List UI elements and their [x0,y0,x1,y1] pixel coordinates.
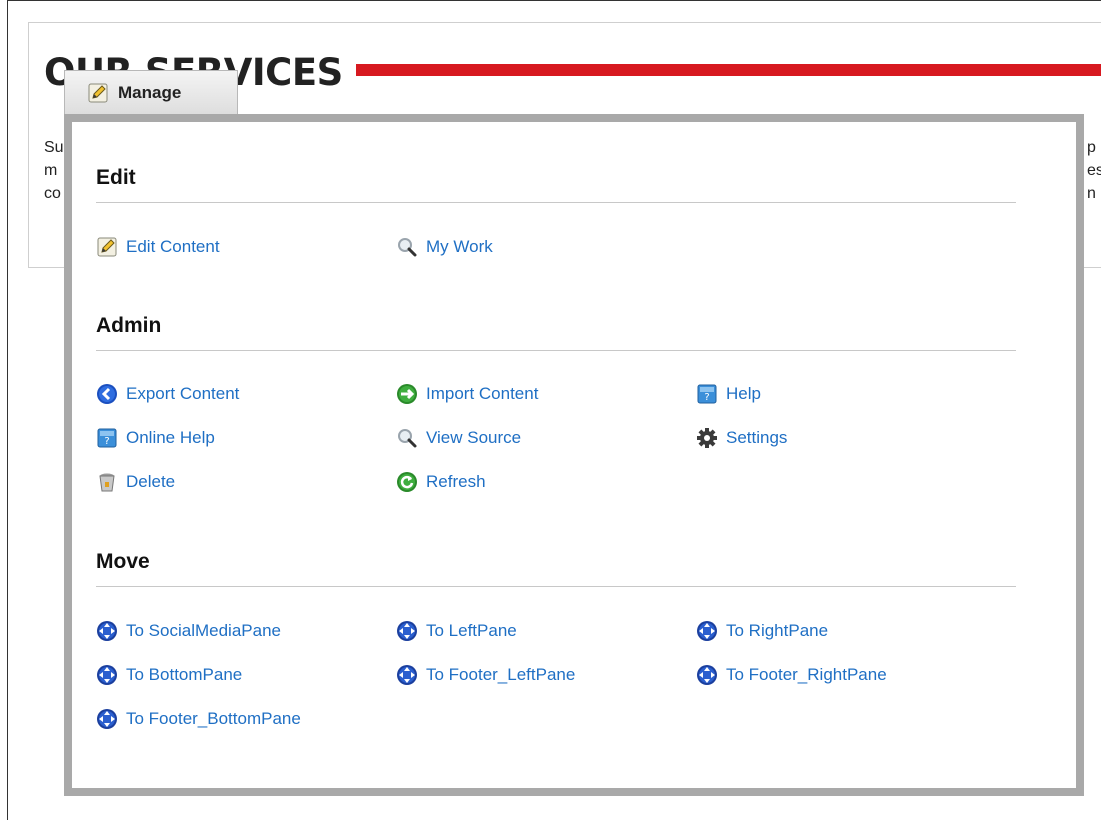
manage-button-label: Manage [118,82,182,102]
move-arrows-icon [396,664,418,686]
edit-content-label: Edit Content [126,237,220,256]
magnifier-icon [396,427,418,449]
module-text-line-end: es [1087,162,1101,179]
help-book-icon: ? [696,383,718,405]
edit-pencil-icon [96,236,118,258]
export-content-label: Export Content [126,384,240,403]
manage-menu-panel: Edit Edit Content My Work Admin Export C… [64,114,1084,796]
settings-label: Settings [726,428,788,447]
manage-button[interactable]: Manage [64,70,238,114]
gear-icon [696,427,718,449]
export-arrow-icon [96,383,118,405]
my-work-link[interactable]: My Work [396,234,493,260]
move-label: To LeftPane [426,621,517,640]
title-accent-bar [356,64,1101,76]
module-text-line: Su [44,139,64,156]
help-link[interactable]: ? Help [696,381,761,407]
magnifier-icon [396,236,418,258]
move-to-leftpane-link[interactable]: To LeftPane [396,618,517,644]
move-arrows-icon [696,664,718,686]
import-arrow-icon [396,383,418,405]
my-work-label: My Work [426,237,493,256]
view-source-label: View Source [426,428,522,447]
module-text-line: co [44,185,61,202]
move-to-socialmediapane-link[interactable]: To SocialMediaPane [96,618,281,644]
delete-label: Delete [126,472,176,491]
online-help-link[interactable]: ? Online Help [96,425,215,451]
move-arrows-icon [396,620,418,642]
move-label: To BottomPane [126,665,243,684]
move-to-footer-leftpane-link[interactable]: To Footer_LeftPane [396,662,575,688]
svg-text:?: ? [704,392,709,403]
import-content-link[interactable]: Import Content [396,381,538,407]
move-arrows-icon [96,620,118,642]
move-label: To RightPane [726,621,829,640]
section-divider [96,586,1016,587]
section-title-admin: Admin [96,314,162,337]
pencil-icon [87,82,109,104]
module-text-line-end: n [1087,185,1096,202]
move-arrows-icon [96,708,118,730]
help-label: Help [726,384,761,403]
move-label: To Footer_LeftPane [426,665,576,684]
refresh-link[interactable]: Refresh [396,469,486,495]
move-arrows-icon [96,664,118,686]
online-help-book-icon: ? [96,427,118,449]
section-title-edit: Edit [96,166,136,189]
settings-link[interactable]: Settings [696,425,787,451]
view-source-link[interactable]: View Source [396,425,521,451]
move-label: To Footer_BottomPane [126,709,301,728]
import-content-label: Import Content [426,384,539,403]
move-label: To Footer_RightPane [726,665,887,684]
section-title-move: Move [96,550,150,573]
delete-link[interactable]: Delete [96,469,175,495]
trash-bin-icon [96,471,118,493]
section-divider [96,350,1016,351]
section-divider [96,202,1016,203]
module-text-line-end: p [1087,139,1096,156]
svg-text:?: ? [104,436,109,447]
module-text-line: m [44,162,58,179]
edit-content-link[interactable]: Edit Content [96,234,220,260]
refresh-icon [396,471,418,493]
move-label: To SocialMediaPane [126,621,281,640]
move-to-rightpane-link[interactable]: To RightPane [696,618,828,644]
refresh-label: Refresh [426,472,486,491]
online-help-label: Online Help [126,428,215,447]
move-to-bottompane-link[interactable]: To BottomPane [96,662,242,688]
move-arrows-icon [696,620,718,642]
move-to-footer-bottompane-link[interactable]: To Footer_BottomPane [96,706,301,732]
move-to-footer-rightpane-link[interactable]: To Footer_RightPane [696,662,887,688]
export-content-link[interactable]: Export Content [96,381,239,407]
